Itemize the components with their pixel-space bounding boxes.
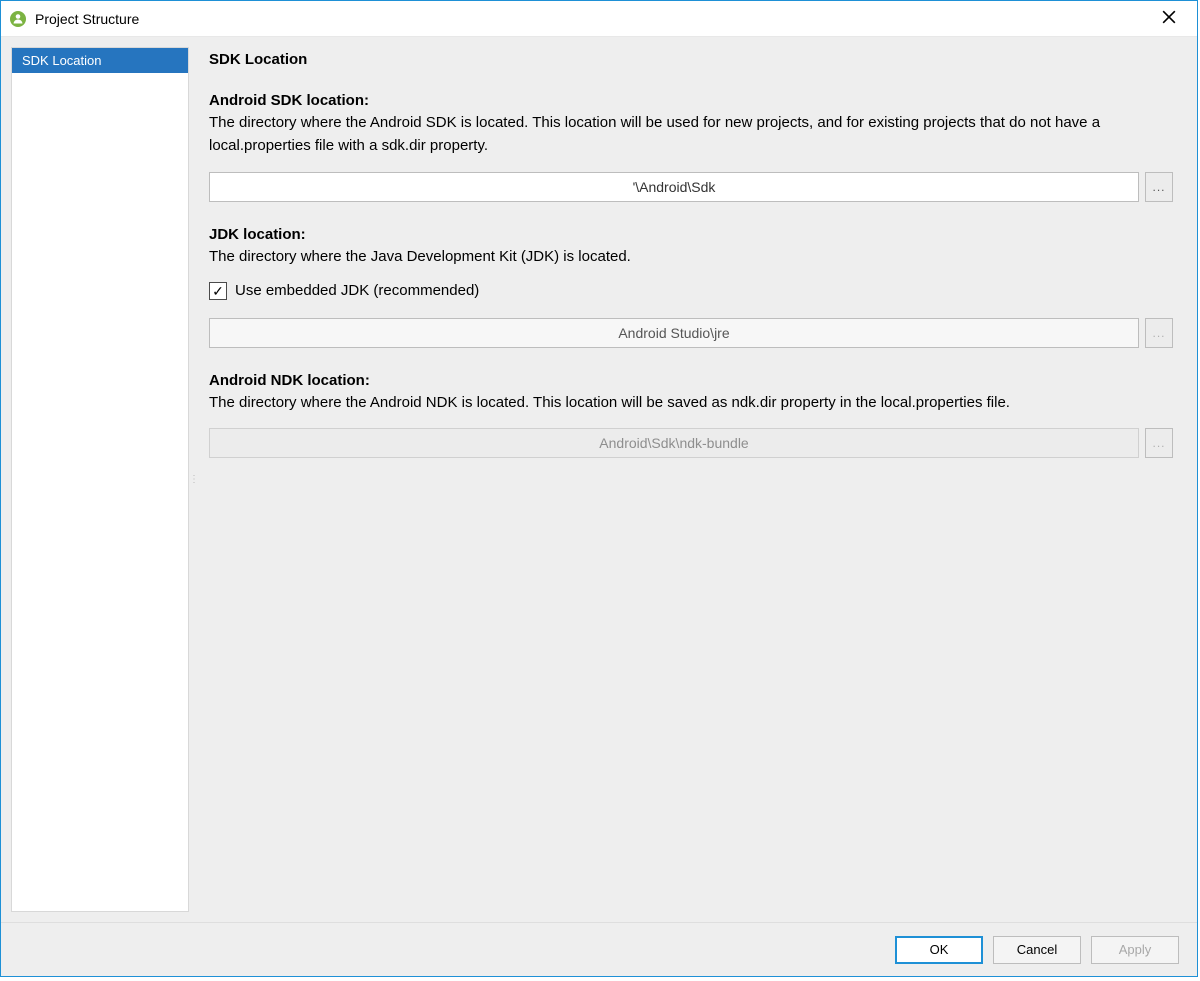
apply-button-label: Apply	[1119, 942, 1152, 957]
titlebar: Project Structure	[1, 1, 1197, 37]
android-studio-icon	[9, 10, 27, 28]
page-title: SDK Location	[209, 51, 1173, 68]
ellipsis-icon: ...	[1152, 436, 1165, 450]
ok-button-label: OK	[930, 942, 949, 957]
apply-button: Apply	[1091, 936, 1179, 964]
ndk-location-desc: The directory where the Android NDK is l…	[209, 391, 1173, 414]
ndk-location-input[interactable]	[209, 428, 1139, 458]
use-embedded-jdk-label: Use embedded JDK (recommended)	[235, 282, 479, 299]
splitter-handle[interactable]: ⋮	[189, 37, 199, 922]
ok-button[interactable]: OK	[895, 936, 983, 964]
use-embedded-jdk-checkbox[interactable]: ✓	[209, 282, 227, 300]
sdk-location-desc: The directory where the Android SDK is l…	[209, 111, 1173, 158]
sidebar-item-label: SDK Location	[22, 53, 102, 68]
sdk-browse-button[interactable]: ...	[1145, 172, 1173, 202]
sidebar-item-sdk-location[interactable]: SDK Location	[12, 48, 188, 73]
close-button[interactable]	[1149, 8, 1189, 29]
main-panel: SDK Location Android SDK location: The d…	[199, 37, 1197, 922]
sdk-location-header: Android SDK location:	[209, 92, 1173, 109]
window-title: Project Structure	[35, 11, 1149, 27]
cancel-button[interactable]: Cancel	[993, 936, 1081, 964]
cancel-button-label: Cancel	[1017, 942, 1057, 957]
dialog-footer: OK Cancel Apply	[1, 922, 1197, 976]
check-icon: ✓	[212, 284, 224, 298]
dialog-body: SDK Location ⋮ SDK Location Android SDK …	[1, 37, 1197, 922]
jdk-location-header: JDK location:	[209, 226, 1173, 243]
ndk-browse-button[interactable]: ...	[1145, 428, 1173, 458]
jdk-location-desc: The directory where the Java Development…	[209, 245, 1173, 268]
sidebar: SDK Location	[11, 47, 189, 912]
ndk-location-header: Android NDK location:	[209, 372, 1173, 389]
jdk-location-input[interactable]	[209, 318, 1139, 348]
ellipsis-icon: ...	[1152, 180, 1165, 194]
ellipsis-icon: ...	[1152, 326, 1165, 340]
sdk-location-input[interactable]	[209, 172, 1139, 202]
project-structure-window: Project Structure SDK Location ⋮ SDK Loc…	[0, 0, 1198, 977]
jdk-browse-button[interactable]: ...	[1145, 318, 1173, 348]
